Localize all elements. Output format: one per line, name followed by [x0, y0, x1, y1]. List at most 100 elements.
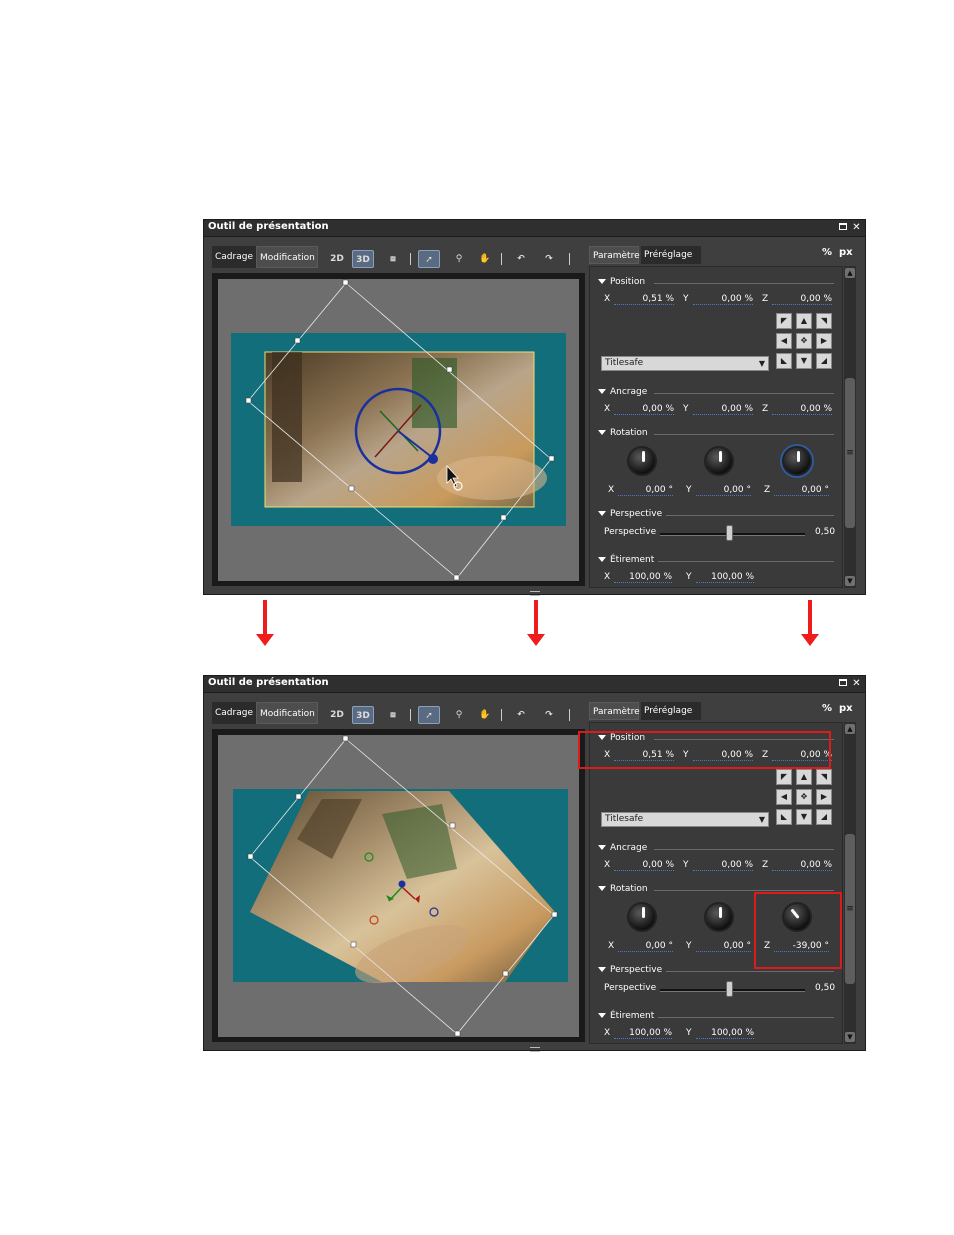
field-value[interactable]: 0,51 %	[614, 294, 674, 305]
redo-icon[interactable]: ↷	[538, 706, 560, 724]
section-perspective[interactable]: Perspective	[598, 509, 834, 519]
align-right-button[interactable]: ▶	[816, 789, 832, 805]
field-value[interactable]: 0,00 %	[693, 294, 753, 305]
panel-scrollbar[interactable]: ▲ ≡ ▼	[844, 266, 856, 588]
select-arrow-icon[interactable]: ➚	[418, 250, 440, 268]
titlesafe-dropdown[interactable]: Titlesafe ▼	[601, 356, 769, 371]
slider-handle[interactable]	[726, 981, 733, 997]
field-value[interactable]: 0,00 °	[618, 941, 673, 952]
tab-prereglage[interactable]: Préréglage	[641, 702, 701, 720]
frame-fit-icon[interactable]: ⧈	[382, 706, 404, 724]
align-center-button[interactable]: ✥	[796, 333, 812, 349]
align-right-button[interactable]: ▶	[816, 333, 832, 349]
zoom-icon[interactable]: ⚲	[448, 250, 470, 268]
maximize-button[interactable]	[838, 222, 849, 233]
unit-px-button[interactable]: px	[839, 703, 853, 714]
scroll-down-icon[interactable]: ▼	[845, 1032, 855, 1042]
tab-prereglage[interactable]: Préréglage	[641, 246, 701, 264]
align-bottom-right-button[interactable]: ◢	[816, 809, 832, 825]
zoom-icon[interactable]: ⚲	[448, 706, 470, 724]
panel-scrollbar[interactable]: ▲ ≡ ▼	[844, 722, 856, 1044]
align-top-button[interactable]: ▲	[796, 313, 812, 329]
mode-3d-button[interactable]: 3D	[352, 706, 374, 724]
rotation-y-knob[interactable]	[704, 446, 734, 476]
maximize-button[interactable]	[838, 678, 849, 689]
tab-parametre[interactable]: Paramètre	[589, 246, 640, 264]
redo-icon[interactable]: ↷	[538, 250, 560, 268]
tab-modification[interactable]: Modification	[256, 702, 318, 724]
titlesafe-dropdown[interactable]: Titlesafe ▼	[601, 812, 769, 827]
gizmo-handle[interactable]	[428, 454, 438, 464]
frame-fit-icon[interactable]: ⧈	[382, 250, 404, 268]
field-value[interactable]: 0,00 %	[614, 860, 674, 871]
field-value[interactable]: 0,00 %	[772, 294, 832, 305]
align-bottom-right-button[interactable]: ◢	[816, 353, 832, 369]
scroll-thumb[interactable]: ≡	[845, 378, 855, 528]
unit-px-button[interactable]: px	[839, 247, 853, 258]
field-value[interactable]: 0,00 °	[618, 485, 673, 496]
field-value[interactable]: 0,00 %	[693, 404, 753, 415]
undo-icon[interactable]: ↶	[510, 706, 532, 724]
field-value[interactable]: 0,00 %	[614, 404, 674, 415]
section-position[interactable]: Position	[598, 277, 834, 287]
tab-cadrage[interactable]: Cadrage	[212, 702, 258, 724]
field-value[interactable]: 0,00 °	[774, 485, 829, 496]
field-value[interactable]: 0,00 %	[772, 404, 832, 415]
mode-3d-button[interactable]: 3D	[352, 250, 374, 268]
rotation-x-knob[interactable]	[627, 446, 657, 476]
field-value[interactable]: 100,00 %	[614, 1028, 672, 1039]
section-ancrage[interactable]: Ancrage	[598, 387, 834, 397]
resize-grip[interactable]	[530, 591, 540, 596]
rotation-z-knob[interactable]	[782, 446, 812, 476]
align-bottom-button[interactable]: ▼	[796, 353, 812, 369]
tab-cadrage[interactable]: Cadrage	[212, 246, 258, 268]
section-etirement[interactable]: Étirement	[598, 1011, 834, 1021]
mode-2d-button[interactable]: 2D	[326, 706, 348, 724]
gizmo-axis-z[interactable]	[398, 880, 406, 888]
align-bottom-left-button[interactable]: ◣	[776, 809, 792, 825]
preview-canvas[interactable]	[212, 729, 585, 1042]
resize-grip[interactable]	[530, 1047, 540, 1052]
preview-canvas[interactable]	[212, 273, 585, 586]
mode-2d-button[interactable]: 2D	[326, 250, 348, 268]
section-rotation[interactable]: Rotation	[598, 428, 834, 438]
field-value[interactable]: 100,00 %	[696, 1028, 754, 1039]
field-value[interactable]: 0,00 °	[696, 941, 751, 952]
align-left-button[interactable]: ◀	[776, 333, 792, 349]
align-bottom-left-button[interactable]: ◣	[776, 353, 792, 369]
scroll-down-icon[interactable]: ▼	[845, 576, 855, 586]
align-top-button[interactable]: ▲	[796, 769, 812, 785]
scroll-up-icon[interactable]: ▲	[845, 268, 855, 278]
scroll-thumb[interactable]: ≡	[845, 834, 855, 984]
scroll-up-icon[interactable]: ▲	[845, 724, 855, 734]
section-etirement[interactable]: Étirement	[598, 555, 834, 565]
align-left-button[interactable]: ◀	[776, 789, 792, 805]
tab-parametre[interactable]: Paramètre	[589, 702, 640, 720]
rotation-y-knob[interactable]	[704, 902, 734, 932]
field-value[interactable]: 100,00 %	[614, 572, 672, 583]
close-button[interactable]: ✕	[851, 222, 862, 233]
hand-pan-icon[interactable]: ✋	[474, 250, 496, 268]
close-button[interactable]: ✕	[851, 678, 862, 689]
hand-pan-icon[interactable]: ✋	[474, 706, 496, 724]
field-value[interactable]: 0,00 %	[693, 860, 753, 871]
unit-percent-button[interactable]: %	[822, 703, 832, 714]
tab-modification[interactable]: Modification	[256, 246, 318, 268]
undo-icon[interactable]: ↶	[510, 250, 532, 268]
slider-handle[interactable]	[726, 525, 733, 541]
align-top-right-button[interactable]: ◥	[816, 769, 832, 785]
unit-percent-button[interactable]: %	[822, 247, 832, 258]
field-value[interactable]: 0,50	[815, 527, 835, 537]
align-top-left-button[interactable]: ◤	[776, 769, 792, 785]
field-value[interactable]: 0,00 °	[696, 485, 751, 496]
select-arrow-icon[interactable]: ➚	[418, 706, 440, 724]
rotation-x-knob[interactable]	[627, 902, 657, 932]
section-ancrage[interactable]: Ancrage	[598, 843, 834, 853]
field-value[interactable]: 100,00 %	[696, 572, 754, 583]
align-top-left-button[interactable]: ◤	[776, 313, 792, 329]
align-center-button[interactable]: ✥	[796, 789, 812, 805]
perspective-slider[interactable]	[660, 981, 805, 997]
field-value[interactable]: 0,50	[815, 983, 835, 993]
align-bottom-button[interactable]: ▼	[796, 809, 812, 825]
field-value[interactable]: 0,00 %	[772, 860, 832, 871]
